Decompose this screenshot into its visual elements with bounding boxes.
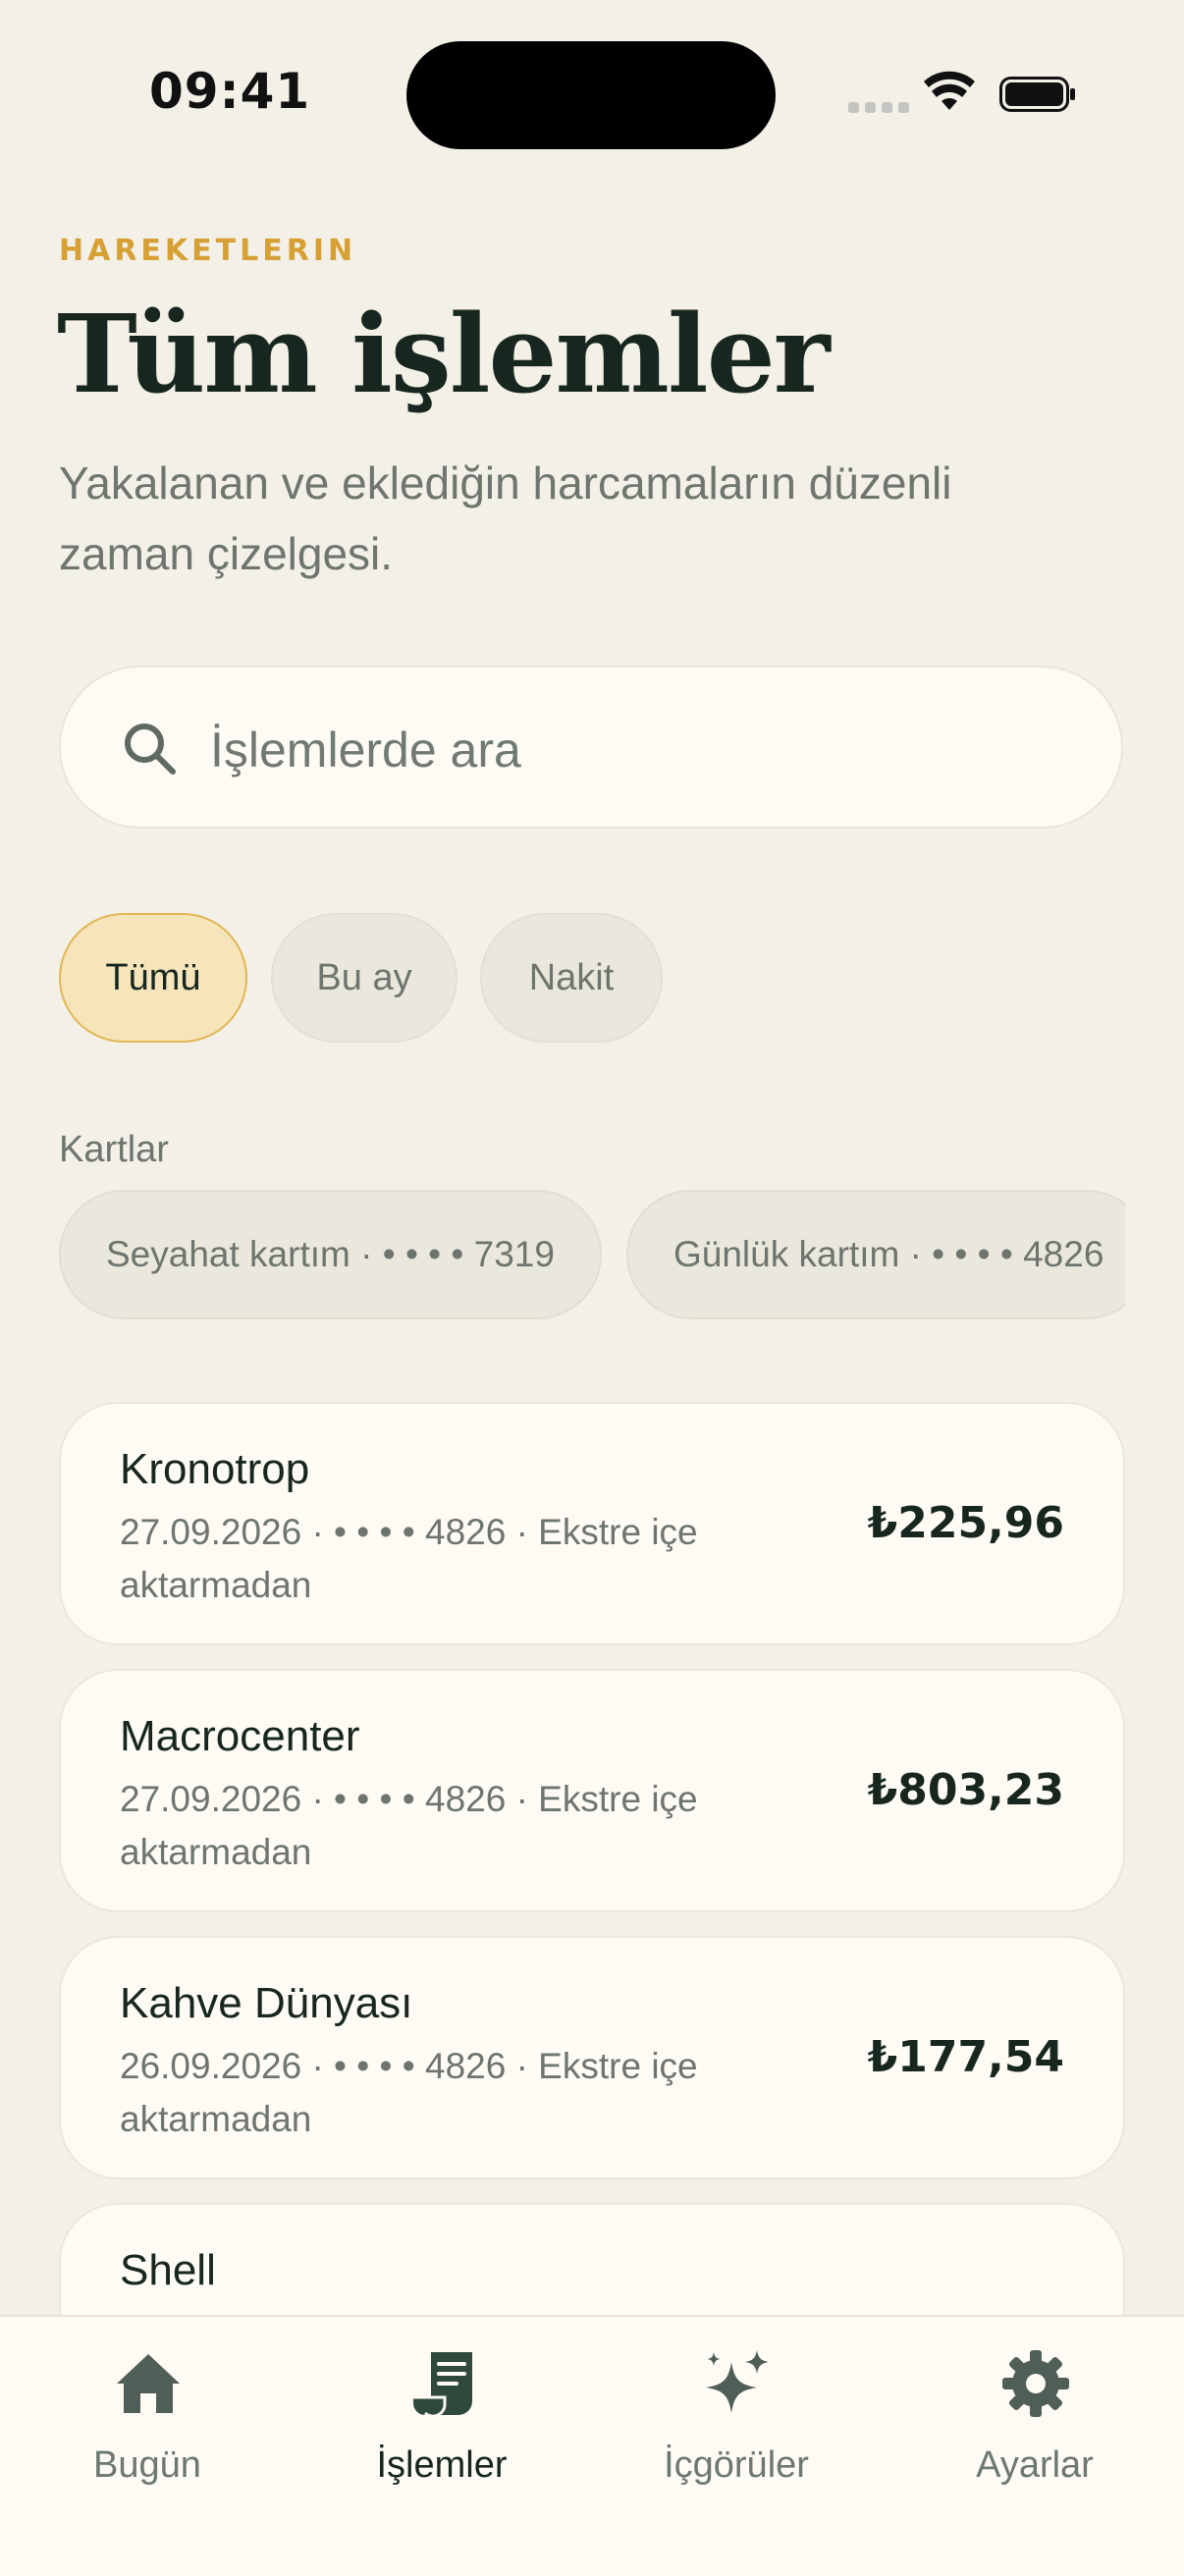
card-chip-daily[interactable]: Günlük kartım · • • • • 4826 [626, 1190, 1125, 1319]
tab-label: İşlemler [376, 2444, 508, 2486]
page-subtitle: Yakalanan ve eklediğin harcamaların düze… [59, 457, 952, 579]
gear-icon [1002, 2350, 1069, 2417]
tab-today[interactable]: Bugün [0, 2317, 295, 2576]
tab-insights[interactable]: İçgörüler [589, 2317, 884, 2576]
filter-chip-cash[interactable]: Nakit [480, 913, 663, 1043]
transaction-row[interactable]: Macrocenter 27.09.2026 · • • • • 4826 · … [59, 1669, 1125, 1912]
transaction-meta: 27.09.2026 · • • • • 4826 · Ekstre içe a… [120, 1779, 698, 1872]
card-chip-travel[interactable]: Seyahat kartım · • • • • 7319 [59, 1190, 602, 1319]
filter-chip-this-month[interactable]: Bu ay [271, 913, 457, 1043]
page-title: Tüm işlemler [57, 291, 831, 417]
home-icon [117, 2354, 180, 2413]
receipt-icon [413, 2352, 472, 2418]
transaction-meta: 27.09.2026 · • • • • 4826 · Ekstre içe a… [120, 1512, 698, 1605]
tab-settings[interactable]: Ayarlar [888, 2317, 1182, 2576]
transaction-amount: ₺803,23 [867, 1765, 1064, 1815]
search-icon [125, 724, 176, 775]
transaction-merchant: Kahve Dünyası [120, 1979, 413, 2027]
sparkles-icon [706, 2350, 769, 2413]
transaction-row[interactable]: Kahve Dünyası 26.09.2026 · • • • • 4826 … [59, 1936, 1125, 2179]
transaction-merchant: Kronotrop [120, 1445, 310, 1493]
cellular-signal-icon [848, 102, 909, 113]
status-time: 09:41 [149, 63, 311, 120]
wifi-icon [924, 71, 975, 110]
transaction-merchant: Macrocenter [120, 1712, 360, 1760]
transaction-row[interactable]: Kronotrop 27.09.2026 · • • • • 4826 · Ek… [59, 1402, 1125, 1645]
section-eyebrow: HAREKETLERIN [59, 234, 357, 268]
battery-icon [999, 77, 1075, 112]
tab-label: Ayarlar [976, 2444, 1094, 2486]
search-input[interactable] [208, 707, 1056, 793]
transaction-meta: 26.09.2026 · • • • • 4826 · Ekstre içe a… [120, 2046, 698, 2139]
dynamic-island [406, 41, 776, 149]
transaction-amount: ₺177,54 [867, 2032, 1064, 2082]
search-bar[interactable] [59, 666, 1123, 829]
card-filter-strip[interactable]: Seyahat kartım · • • • • 7319 Günlük kar… [59, 1190, 1125, 1319]
tab-transactions[interactable]: İşlemler [295, 2317, 589, 2576]
transaction-amount: ₺225,96 [867, 1498, 1064, 1548]
tab-label: Bugün [93, 2444, 201, 2486]
transaction-merchant: Shell [120, 2246, 216, 2294]
tab-bar: Bugün İşlemler İçgörüler Ayarlar [0, 2315, 1184, 2576]
cards-section-label: Kartlar [59, 1129, 169, 1170]
filter-chip-all[interactable]: Tümü [59, 913, 247, 1043]
tab-label: İçgörüler [664, 2444, 809, 2486]
